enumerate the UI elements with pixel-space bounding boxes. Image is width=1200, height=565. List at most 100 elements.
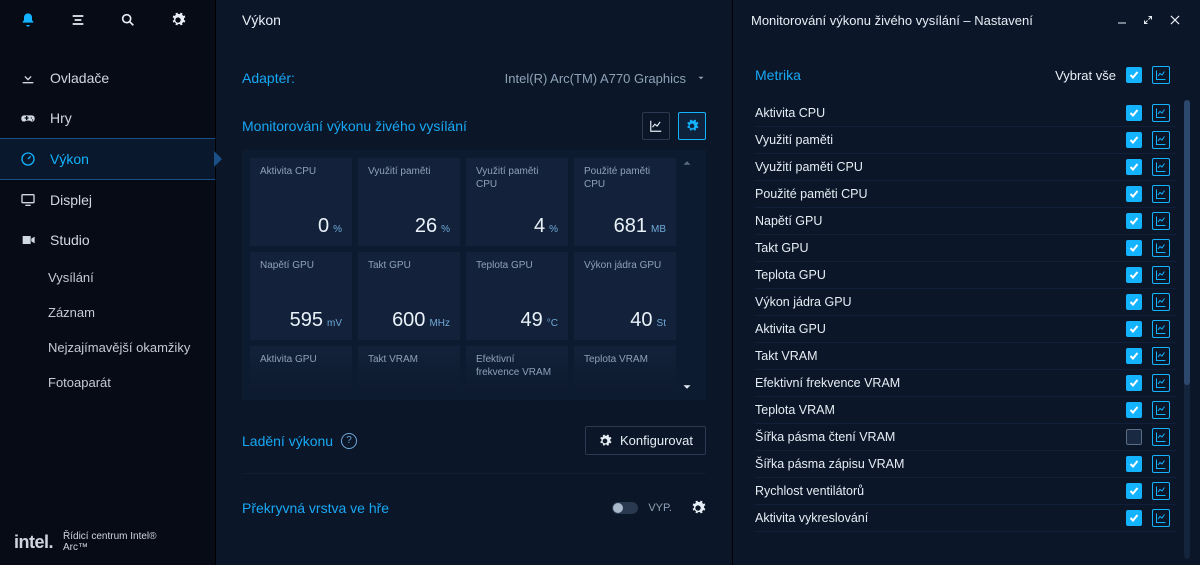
sub-camera[interactable]: Fotoaparát bbox=[48, 365, 215, 400]
tile-label: Efektivní frekvence VRAM bbox=[476, 354, 558, 379]
overlay-state: VYP. bbox=[648, 502, 672, 514]
menu-icon[interactable] bbox=[68, 10, 88, 30]
adapter-select[interactable]: Intel(R) Arc(TM) A770 Graphics bbox=[505, 71, 706, 86]
nav-games[interactable]: Hry bbox=[0, 98, 215, 138]
metric-chart-icon[interactable] bbox=[1152, 266, 1170, 284]
metric-tile[interactable]: Takt GPU 600MHz bbox=[358, 252, 460, 340]
metric-checkbox[interactable] bbox=[1126, 186, 1142, 202]
metric-chart-icon[interactable] bbox=[1152, 509, 1170, 527]
configure-button[interactable]: Konfigurovat bbox=[585, 426, 706, 455]
metric-checkbox[interactable] bbox=[1126, 159, 1142, 175]
nav-label: Displej bbox=[50, 192, 92, 208]
metric-label: Výkon jádra GPU bbox=[755, 295, 852, 309]
metric-row: Využití paměti CPU bbox=[755, 154, 1176, 181]
scrollbar[interactable] bbox=[1184, 100, 1190, 559]
tile-label: Využití paměti bbox=[368, 166, 450, 179]
metric-checkbox[interactable] bbox=[1126, 321, 1142, 337]
select-all-label: Vybrat vše bbox=[1055, 68, 1116, 83]
metric-checkbox[interactable] bbox=[1126, 510, 1142, 526]
adapter-value: Intel(R) Arc(TM) A770 Graphics bbox=[505, 71, 686, 86]
tile-value: 4% bbox=[476, 215, 558, 238]
brand-text: Řídicí centrum Intel® Arc™ bbox=[63, 531, 183, 553]
metric-checkbox[interactable] bbox=[1126, 402, 1142, 418]
metric-row: Aktivita GPU bbox=[755, 316, 1176, 343]
bell-icon[interactable] bbox=[18, 10, 38, 30]
tile-value: 26% bbox=[368, 215, 450, 238]
metric-tile[interactable]: Efektivní frekvence VRAM bbox=[466, 346, 568, 392]
settings-title: Monitorování výkonu živého vysílání – Na… bbox=[751, 13, 1033, 28]
metric-chart-icon[interactable] bbox=[1152, 347, 1170, 365]
metric-tile[interactable]: Aktivita CPU 0% bbox=[250, 158, 352, 246]
search-icon[interactable] bbox=[118, 10, 138, 30]
metric-tile[interactable]: Napětí GPU 595mV bbox=[250, 252, 352, 340]
nav-display[interactable]: Displej bbox=[0, 180, 215, 220]
tuning-heading: Ladění výkonu bbox=[242, 433, 333, 449]
metric-chart-icon[interactable] bbox=[1152, 401, 1170, 419]
metric-label: Napětí GPU bbox=[755, 214, 822, 228]
metric-chart-icon[interactable] bbox=[1152, 212, 1170, 230]
metric-chart-icon[interactable] bbox=[1152, 239, 1170, 257]
expand-icon[interactable] bbox=[1142, 14, 1154, 26]
tile-label: Aktivita CPU bbox=[260, 166, 342, 179]
select-all-chart-icon[interactable] bbox=[1152, 66, 1170, 84]
metric-checkbox[interactable] bbox=[1126, 267, 1142, 283]
metric-checkbox[interactable] bbox=[1126, 375, 1142, 391]
metric-tile[interactable]: Teplota VRAM bbox=[574, 346, 676, 392]
metric-chart-icon[interactable] bbox=[1152, 131, 1170, 149]
overlay-toggle[interactable] bbox=[612, 502, 638, 514]
nav-drivers[interactable]: Ovladače bbox=[0, 58, 215, 98]
metric-chart-icon[interactable] bbox=[1152, 158, 1170, 176]
metric-row: Napětí GPU bbox=[755, 208, 1176, 235]
metric-checkbox[interactable] bbox=[1126, 213, 1142, 229]
metric-label: Teplota GPU bbox=[755, 268, 826, 282]
metric-tile[interactable]: Použité paměti CPU 681MB bbox=[574, 158, 676, 246]
metric-checkbox[interactable] bbox=[1126, 348, 1142, 364]
minimize-icon[interactable] bbox=[1116, 14, 1128, 26]
metric-row: Použité paměti CPU bbox=[755, 181, 1176, 208]
metric-checkbox[interactable] bbox=[1126, 456, 1142, 472]
settings-panel: Monitorování výkonu živého vysílání – Na… bbox=[733, 0, 1200, 565]
metric-checkbox[interactable] bbox=[1126, 132, 1142, 148]
metric-checkbox[interactable] bbox=[1126, 429, 1142, 445]
gear-icon[interactable] bbox=[168, 10, 188, 30]
sub-highlights[interactable]: Nejzajímavější okamžiky bbox=[48, 330, 215, 365]
metric-tile[interactable]: Využití paměti CPU 4% bbox=[466, 158, 568, 246]
help-icon[interactable]: ? bbox=[341, 433, 357, 449]
metric-chart-icon[interactable] bbox=[1152, 320, 1170, 338]
nav-studio[interactable]: Studio bbox=[0, 220, 215, 260]
brand-footer: intel. Řídicí centrum Intel® Arc™ bbox=[0, 519, 215, 565]
sub-broadcast[interactable]: Vysílání bbox=[48, 260, 215, 295]
nav-performance[interactable]: Výkon bbox=[0, 138, 215, 180]
metric-tile[interactable]: Takt VRAM bbox=[358, 346, 460, 392]
metric-chart-icon[interactable] bbox=[1152, 455, 1170, 473]
close-icon[interactable] bbox=[1168, 13, 1182, 27]
tile-label: Teplota VRAM bbox=[584, 354, 666, 367]
metric-chart-icon[interactable] bbox=[1152, 185, 1170, 203]
metric-chart-icon[interactable] bbox=[1152, 374, 1170, 392]
sub-record[interactable]: Záznam bbox=[48, 295, 215, 330]
metric-label: Takt VRAM bbox=[755, 349, 818, 363]
gear-icon[interactable] bbox=[690, 500, 706, 516]
metric-checkbox[interactable] bbox=[1126, 105, 1142, 121]
metric-chart-icon[interactable] bbox=[1152, 428, 1170, 446]
monitor-settings-button[interactable] bbox=[678, 112, 706, 140]
chevron-up-icon[interactable] bbox=[680, 156, 694, 170]
select-all-checkbox[interactable] bbox=[1126, 67, 1142, 83]
chevron-down-icon[interactable] bbox=[680, 380, 694, 394]
metric-tile[interactable]: Teplota GPU 49°C bbox=[466, 252, 568, 340]
metric-chart-icon[interactable] bbox=[1152, 293, 1170, 311]
nav-label: Studio bbox=[50, 232, 90, 248]
metric-checkbox[interactable] bbox=[1126, 240, 1142, 256]
main-panel: Výkon Adaptér: Intel(R) Arc(TM) A770 Gra… bbox=[215, 0, 733, 565]
metric-checkbox[interactable] bbox=[1126, 294, 1142, 310]
chart-view-button[interactable] bbox=[642, 112, 670, 140]
metric-label: Využití paměti CPU bbox=[755, 160, 863, 174]
metric-tile[interactable]: Výkon jádra GPU 40St bbox=[574, 252, 676, 340]
metric-row: Takt VRAM bbox=[755, 343, 1176, 370]
metric-chart-icon[interactable] bbox=[1152, 104, 1170, 122]
metric-chart-icon[interactable] bbox=[1152, 482, 1170, 500]
metric-tile[interactable]: Aktivita GPU bbox=[250, 346, 352, 392]
gamepad-icon bbox=[20, 110, 36, 126]
metric-checkbox[interactable] bbox=[1126, 483, 1142, 499]
metric-tile[interactable]: Využití paměti 26% bbox=[358, 158, 460, 246]
